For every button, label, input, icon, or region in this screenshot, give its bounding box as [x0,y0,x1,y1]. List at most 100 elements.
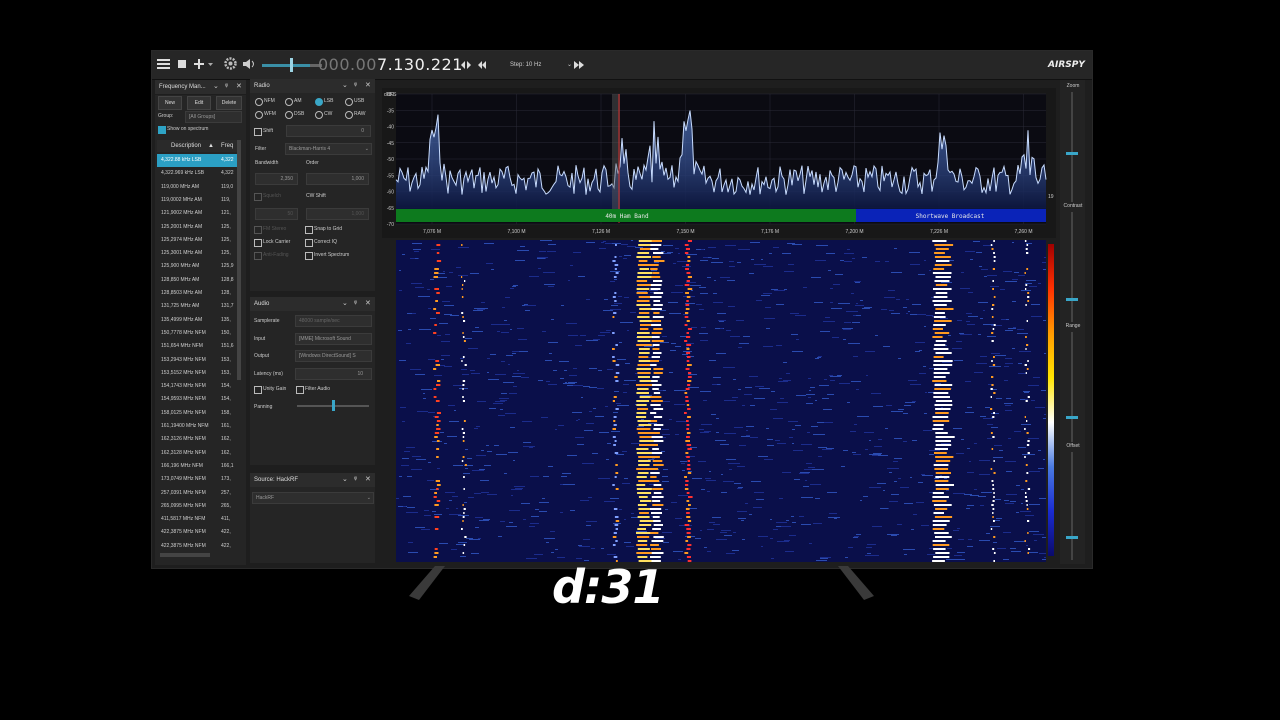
offset-slider-knob[interactable] [1066,536,1078,539]
table-row[interactable]: 153,2943 MHz NFM 153, [157,354,237,367]
step-selector[interactable]: Step: 10 Hz ⌄ [504,58,574,72]
shift-value[interactable]: 0 [286,125,371,137]
table-row[interactable]: 125,2001 MHz AM 125, [157,221,237,234]
table-row[interactable]: 125,3001 MHz AM 125, [157,247,237,260]
anti-fading-checkbox[interactable] [254,252,262,260]
waterfall-display[interactable] [396,240,1046,562]
mode-radio-raw[interactable] [345,111,353,119]
table-row[interactable]: 161,19400 MHz NFM 161, [157,420,237,433]
close-icon[interactable]: ✕ [236,80,242,94]
show-on-spectrum-checkbox[interactable] [158,126,166,134]
filter-select[interactable]: Blackman-Harris 4 ⌄ [285,143,372,155]
unity-gain-checkbox[interactable] [254,386,262,394]
table-row[interactable]: 125,2974 MHz AM 125, [157,234,237,247]
source-select[interactable]: HackRF ⌄ [252,492,374,504]
volume-slider-knob[interactable] [290,58,293,72]
correct-iq-checkbox[interactable] [305,239,313,247]
hamburger-menu-icon[interactable] [157,56,170,74]
table-row[interactable]: 257,0391 MHz NFM 257, [157,487,237,500]
offset-slider-track[interactable] [1071,452,1073,560]
fast-forward-icon[interactable] [573,57,587,75]
output-select[interactable]: [Windows DirectSound] S [295,350,372,362]
samplerate-select[interactable]: 48000 sample/sec [295,315,372,327]
range-slider-knob[interactable] [1066,416,1078,419]
plus-icon[interactable] [194,56,214,74]
table-row[interactable]: 4,322.969 kHz LSB 4,322 [157,167,237,180]
mode-radio-usb[interactable] [345,98,353,106]
table-row[interactable]: 173,0749 MHz NFM 173, [157,473,237,486]
table-row[interactable]: 151,654 MHz NFM 151,6 [157,340,237,353]
filter-audio-checkbox[interactable] [296,386,304,394]
shift-checkbox[interactable] [254,128,262,136]
squelch-checkbox[interactable] [254,193,262,201]
pin-icon[interactable]: ᵠ [354,79,357,93]
speaker-icon[interactable] [242,56,256,74]
table-row[interactable]: 411,5817 MHz NFM 411, [157,513,237,526]
invert-spectrum-checkbox[interactable] [305,252,313,260]
table-row[interactable]: 166,196 MHz NFM 166,1 [157,460,237,473]
table-row[interactable]: 162,3128 MHz NFM 162, [157,447,237,460]
zoom-slider-track[interactable] [1071,92,1073,202]
collapse-icon[interactable]: ⌄ [213,80,219,94]
collapse-icon[interactable]: ⌄ [342,473,348,487]
gear-icon[interactable] [224,56,237,74]
vfo-frequency-display[interactable]: 000.007.130.221 [318,55,463,74]
close-icon[interactable]: ✕ [365,473,371,487]
spectrum-analyzer[interactable]: 40m Ham Band Shortwave Broadcast dBFS -3… [382,88,1056,238]
table-hscrollbar[interactable] [160,553,210,557]
table-row[interactable]: 265,0995 MHz NFM 265, [157,500,237,513]
contrast-slider-track[interactable] [1071,212,1073,322]
mode-radio-wfm[interactable] [255,111,263,119]
table-scrollbar[interactable] [237,140,241,380]
contrast-slider-knob[interactable] [1066,298,1078,301]
order-input[interactable]: 1,000 [306,173,369,185]
collapse-icon[interactable]: ⌄ [342,297,348,311]
table-row[interactable]: 150,7778 MHz NFM 150, [157,327,237,340]
mode-radio-cw[interactable] [315,111,323,119]
latency-input[interactable]: 10 [295,368,372,380]
mode-radio-nfm[interactable] [255,98,263,106]
table-row[interactable]: 125,900 MHz AM 125,9 [157,260,237,273]
mode-radio-dsb[interactable] [285,111,293,119]
pin-icon[interactable]: ᵠ [225,80,228,94]
table-row[interactable]: 119,0002 MHz AM 119, [157,194,237,207]
table-row[interactable]: 119,000 MHz AM 119,0 [157,181,237,194]
mode-radio-lsb[interactable] [315,98,323,106]
pin-icon[interactable]: ᵠ [354,473,357,487]
snap-to-grid-checkbox[interactable] [305,226,313,234]
pin-icon[interactable]: ᵠ [354,297,357,311]
table-row[interactable]: 135,4999 MHz AM 135, [157,314,237,327]
collapse-icon[interactable]: ⌄ [342,79,348,93]
new-button[interactable]: New [158,96,182,110]
panning-slider-knob[interactable] [332,400,335,411]
col-description[interactable]: Description [171,140,201,152]
table-row[interactable]: 131,725 MHz AM 131,7 [157,300,237,313]
bandwidth-input[interactable]: 2,350 [255,173,298,185]
stop-icon[interactable] [177,56,187,74]
delete-button[interactable]: Delete [216,96,242,110]
zoom-slider-knob[interactable] [1066,152,1078,155]
table-row[interactable]: 128,850 MHz AM 128,8 [157,274,237,287]
group-select[interactable]: [All Groups] [185,111,242,123]
table-row[interactable]: 162,3126 MHz NFM 162, [157,433,237,446]
fm-stereo-checkbox[interactable] [254,226,262,234]
close-icon[interactable]: ✕ [365,297,371,311]
table-row[interactable]: 154,1743 MHz NFM 154, [157,380,237,393]
table-row[interactable]: 4,322.88 kHz LSB 4,322 [157,154,237,167]
mode-radio-am[interactable] [285,98,293,106]
close-icon[interactable]: ✕ [365,79,371,93]
table-row[interactable]: 121,9002 MHz AM 121, [157,207,237,220]
lock-carrier-checkbox[interactable] [254,239,262,247]
table-row[interactable]: 158,0125 MHz NFM 158, [157,407,237,420]
squelch-input[interactable]: 50 [255,208,298,220]
table-row[interactable]: 422,3875 MHz NFM 422, [157,540,237,553]
table-row[interactable]: 154,9593 MHz NFM 154, [157,393,237,406]
col-freq[interactable]: Freq [221,140,233,152]
table-row[interactable]: 153,5152 MHz NFM 153, [157,367,237,380]
table-row[interactable]: 128,8503 MHz AM 128, [157,287,237,300]
range-slider-track[interactable] [1071,332,1073,442]
table-row[interactable]: 422,3875 MHz NFM 422, [157,526,237,539]
edit-button[interactable]: Edit [187,96,211,110]
cw-shift-input[interactable]: 1,000 [306,208,369,220]
tune-arrows-icon[interactable] [460,57,488,75]
